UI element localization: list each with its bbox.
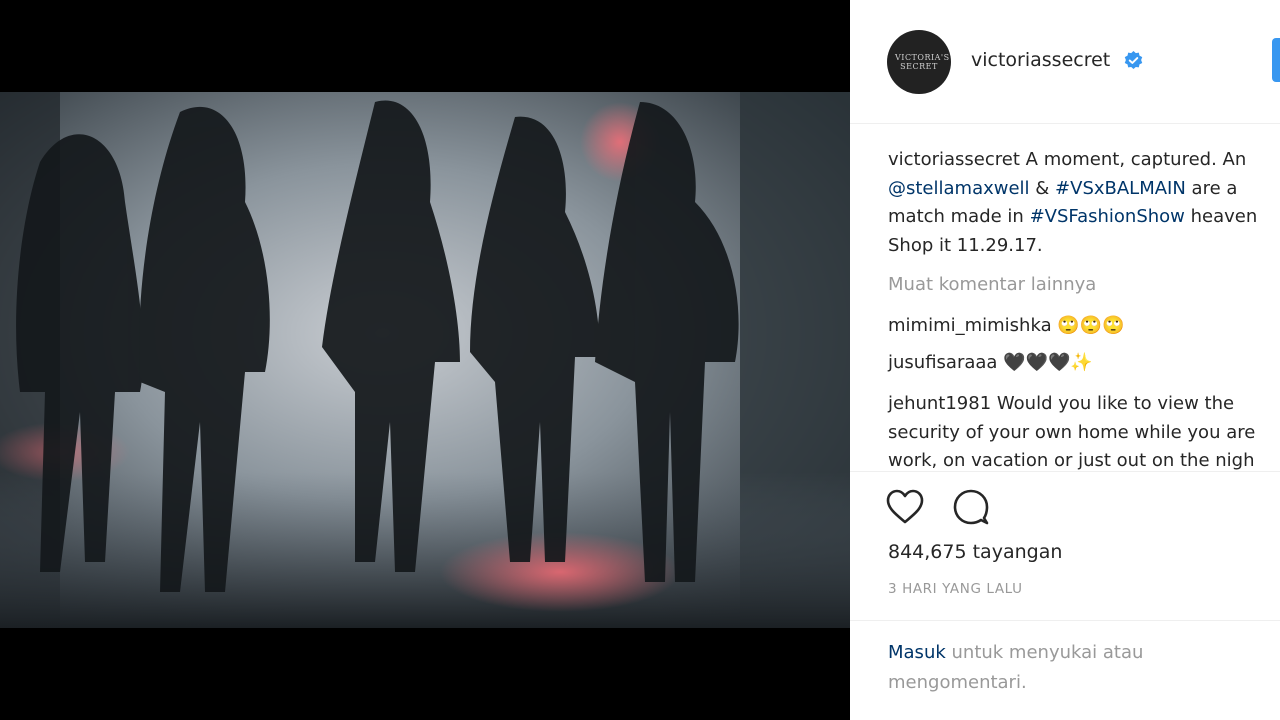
video-frame[interactable] xyxy=(0,92,850,628)
avatar-logo-text: VICTORIA'S SECRET xyxy=(895,53,950,71)
load-more-comments-link[interactable]: Muat komentar lainnya xyxy=(888,274,1096,295)
video-still-image xyxy=(0,92,850,628)
verified-badge-icon xyxy=(1124,51,1143,70)
header-divider xyxy=(850,123,1280,124)
caption-line: match made in #VSFashionShow heaven xyxy=(888,203,1280,232)
comment-text: Would you like to view the xyxy=(996,393,1235,414)
comment-text: security of your own home while you are xyxy=(888,421,1256,443)
comment-bubble-icon[interactable] xyxy=(952,489,990,525)
caption-text: heaven xyxy=(1184,206,1258,227)
caption-text: match made in xyxy=(888,206,1030,227)
comment-line: jehunt1981 Would you like to view the xyxy=(888,390,1255,419)
caption-text: & xyxy=(1029,177,1056,199)
comment-text: 🙄🙄🙄 xyxy=(1057,315,1125,336)
comments-divider xyxy=(850,471,1280,472)
caption-line: victoriassecret A moment, captured. An xyxy=(888,146,1280,175)
footer-divider xyxy=(850,620,1280,621)
profile-avatar[interactable]: VICTORIA'S SECRET xyxy=(887,30,951,94)
comment-line: security of your own home while you are xyxy=(888,419,1255,448)
comment-text: 🖤🖤🖤✨ xyxy=(1003,352,1093,373)
caption-link[interactable]: #VSFashionShow xyxy=(1030,206,1185,227)
caption-link[interactable]: @stellamaxwell xyxy=(888,178,1030,199)
caption-line: @stellamaxwell & #VSxBALMAIN are a xyxy=(888,175,1280,204)
comment-item: mimimi_mimishka 🙄🙄🙄 xyxy=(888,312,1125,341)
post-username[interactable]: victoriassecret xyxy=(971,49,1110,71)
caption-text: are a xyxy=(1185,177,1238,199)
comment-text: work, on vacation or just out on the nig… xyxy=(888,450,1255,471)
comment-username[interactable]: jehunt1981 xyxy=(888,393,991,414)
post-timestamp[interactable]: 3 HARI YANG LALU xyxy=(888,581,1023,597)
comment-item: jusufisaraaa 🖤🖤🖤✨ xyxy=(888,349,1093,378)
caption-text: Shop it 11.29.17. xyxy=(888,234,1043,256)
follow-button[interactable] xyxy=(1272,38,1280,82)
view-count: 844,675 tayangan xyxy=(888,541,1063,563)
heart-icon[interactable] xyxy=(886,489,924,525)
video-player[interactable] xyxy=(0,0,850,720)
caption-line: Shop it 11.29.17. xyxy=(888,232,1280,261)
comment-line: mimimi_mimishka 🙄🙄🙄 xyxy=(888,312,1125,341)
login-link[interactable]: Masuk xyxy=(888,642,946,663)
comment-line: jusufisaraaa 🖤🖤🖤✨ xyxy=(888,349,1093,378)
caption-text: A moment, captured. An xyxy=(1025,149,1247,170)
comment-item: jehunt1981 Would you like to view the sec… xyxy=(888,390,1255,476)
caption-username[interactable]: victoriassecret xyxy=(888,149,1020,170)
comment-username[interactable]: jusufisaraaa xyxy=(888,352,997,373)
comment-username[interactable]: mimimi_mimishka xyxy=(888,315,1052,336)
login-prompt: Masuk untuk menyukai atau mengomentari. xyxy=(888,638,1268,698)
post-caption: victoriassecret A moment, captured. An @s… xyxy=(888,146,1280,260)
caption-link[interactable]: #VSxBALMAIN xyxy=(1055,178,1186,199)
